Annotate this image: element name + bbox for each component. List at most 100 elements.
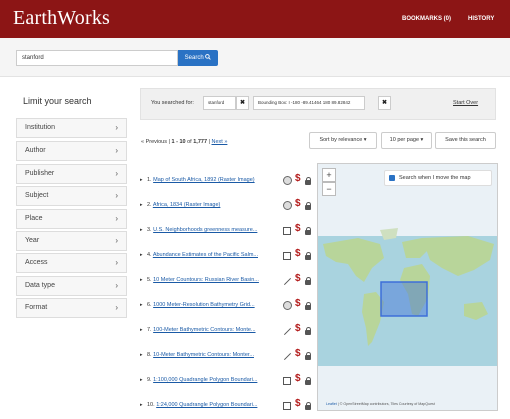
- expand-caret-icon[interactable]: ▸: [140, 171, 147, 189]
- paid-icon: $: [295, 273, 301, 284]
- result-number: 3.: [147, 227, 152, 233]
- result-number: 7.: [147, 327, 152, 333]
- result-title-link[interactable]: 10 Meter Countours: Russian River Basin.…: [153, 277, 259, 283]
- result-title-link[interactable]: 10-Meter Bathymetric Contours: Monter...: [153, 352, 254, 358]
- chevron-right-icon: ›: [115, 236, 118, 245]
- result-title-link[interactable]: U.S. Neighborhoods greenness measure...: [153, 227, 257, 233]
- facet-label: Format: [25, 304, 48, 311]
- chevron-right-icon: ›: [115, 123, 118, 132]
- search-button-label: Search: [184, 55, 204, 61]
- globe-icon: [283, 176, 292, 185]
- facet-data-type[interactable]: Data type ›: [16, 276, 127, 296]
- attribution-text: | © OpenStreetMap contributors, Tiles Co…: [337, 402, 435, 406]
- facet-label: Year: [25, 237, 40, 244]
- line-icon: [283, 352, 292, 361]
- result-number: 8.: [147, 352, 152, 358]
- lock-icon: [305, 402, 311, 410]
- next-link[interactable]: Next »: [212, 139, 228, 145]
- facet-label: Subject: [25, 192, 49, 199]
- world-map: [318, 164, 497, 410]
- facet-institution[interactable]: Institution ›: [16, 118, 127, 138]
- leaflet-link[interactable]: Leaflet: [326, 402, 337, 406]
- result-icons: $: [283, 348, 315, 361]
- paid-icon: $: [295, 323, 301, 334]
- facet-subject[interactable]: Subject ›: [16, 186, 127, 206]
- polygon-icon: [283, 252, 291, 260]
- result-icons: $: [283, 173, 315, 186]
- result-number: 10.: [147, 402, 155, 408]
- paid-icon: $: [295, 373, 301, 384]
- paid-icon: $: [295, 173, 301, 184]
- result-title-link[interactable]: 100-Meter Bathymetric Contours: Monte...: [153, 327, 255, 333]
- facet-format[interactable]: Format ›: [16, 298, 127, 318]
- checkbox-checked-icon[interactable]: [389, 175, 395, 181]
- search-icon: [205, 54, 212, 60]
- globe-icon: [283, 201, 292, 210]
- facet-publisher[interactable]: Publisher ›: [16, 164, 127, 184]
- facet-label: Author: [25, 147, 46, 154]
- paid-icon: $: [295, 198, 301, 209]
- expand-caret-icon[interactable]: ▸: [140, 371, 147, 389]
- chevron-right-icon: ›: [115, 303, 118, 312]
- constraint-bbox: Bounding Box: Ι -180 -89.41464 180 89.82…: [253, 96, 365, 110]
- expand-caret-icon[interactable]: ▸: [140, 271, 147, 289]
- zoom-out-button[interactable]: −: [322, 182, 336, 196]
- result-number: 9.: [147, 377, 152, 383]
- limit-search-heading: Limit your search: [23, 96, 92, 106]
- expand-caret-icon[interactable]: ▸: [140, 396, 147, 414]
- chevron-right-icon: ›: [115, 258, 118, 267]
- expand-caret-icon[interactable]: ▸: [140, 346, 147, 364]
- result-number: 6.: [147, 302, 152, 308]
- facet-label: Place: [25, 215, 43, 222]
- result-number: 5.: [147, 277, 152, 283]
- search-button[interactable]: Search: [178, 50, 218, 66]
- search-input[interactable]: stanford: [16, 50, 178, 66]
- lock-icon: [305, 302, 311, 310]
- result-title-link[interactable]: Africa, 1834 (Raster Image): [153, 202, 221, 208]
- unlock-icon: [305, 252, 311, 260]
- result-icons: $: [283, 323, 315, 336]
- history-link[interactable]: HISTORY: [468, 16, 494, 22]
- facet-label: Publisher: [25, 170, 55, 177]
- constraint-query: stanford: [203, 96, 236, 110]
- expand-caret-icon[interactable]: ▸: [140, 321, 147, 339]
- facet-author[interactable]: Author ›: [16, 141, 127, 161]
- line-icon: [283, 327, 292, 336]
- map-view[interactable]: [317, 163, 498, 411]
- facet-year[interactable]: Year ›: [16, 231, 127, 251]
- brand-logo[interactable]: EarthWorks: [13, 7, 110, 30]
- bounding-box: [380, 281, 428, 317]
- result-title-link[interactable]: 1:100,000 Quadrangle Polygon Boundari...: [153, 377, 257, 383]
- result-number: 1.: [147, 177, 152, 183]
- search-on-move-toggle[interactable]: Search when I move the map: [384, 170, 492, 186]
- result-title-link[interactable]: 1000 Meter-Resolution Bathymetry Grid...: [153, 302, 255, 308]
- result-title-link[interactable]: 1:24,000 Quadrangle Polygon Boundari...: [156, 402, 257, 408]
- range-of: of: [187, 139, 192, 145]
- result-title-link[interactable]: Map of South Africa, 1892 (Raster Image): [153, 177, 255, 183]
- facet-label: Data type: [25, 282, 55, 289]
- line-icon: [283, 277, 292, 286]
- chevron-right-icon: ›: [115, 214, 118, 223]
- expand-caret-icon[interactable]: ▸: [140, 196, 147, 214]
- remove-constraint-button[interactable]: ✖: [236, 96, 249, 110]
- remove-constraint-button[interactable]: ✖: [378, 96, 391, 110]
- bookmarks-link[interactable]: BOOKMARKS (0): [402, 16, 451, 22]
- facet-access[interactable]: Access ›: [16, 253, 127, 273]
- facet-place[interactable]: Place ›: [16, 209, 127, 229]
- unlock-icon: [305, 202, 311, 210]
- polygon-icon: [283, 227, 291, 235]
- chevron-right-icon: ›: [115, 146, 118, 155]
- save-search-button[interactable]: Save this search: [435, 132, 496, 149]
- zoom-in-button[interactable]: +: [322, 168, 336, 182]
- search-on-move-label: Search when I move the map: [399, 175, 471, 181]
- expand-caret-icon[interactable]: ▸: [140, 296, 147, 314]
- lock-icon: [305, 327, 311, 335]
- paid-icon: $: [295, 298, 301, 309]
- per-page-dropdown[interactable]: 10 per page ▾: [381, 132, 432, 149]
- polygon-icon: [283, 377, 291, 385]
- start-over-link[interactable]: Start Over: [453, 100, 478, 106]
- expand-caret-icon[interactable]: ▸: [140, 246, 147, 264]
- result-title-link[interactable]: Abundance Estimates of the Pacific Salm.…: [153, 252, 258, 258]
- sort-dropdown[interactable]: Sort by relevance ▾: [309, 132, 377, 149]
- expand-caret-icon[interactable]: ▸: [140, 221, 147, 239]
